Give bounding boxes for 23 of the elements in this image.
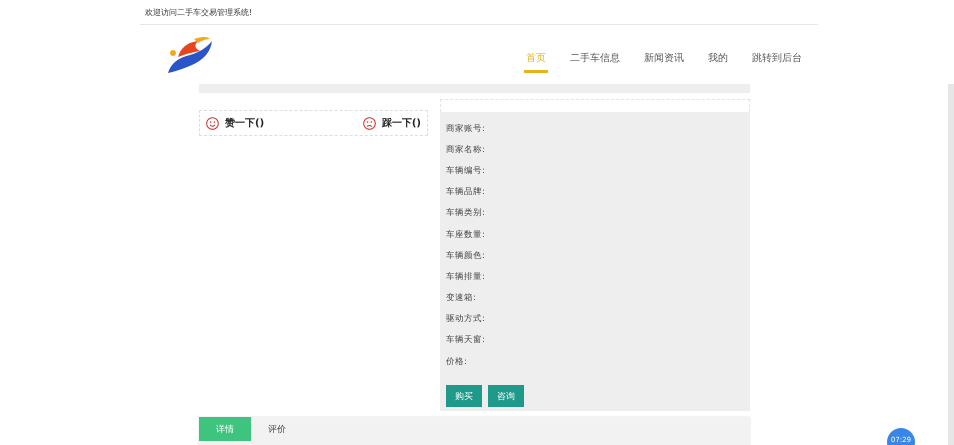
field-label: 价格: [446,356,468,369]
field-label: 车辆品牌: [446,186,486,200]
field-label: 车辆排量: [446,270,486,284]
field-label: 车辆类别: [446,207,486,220]
tab[interactable]: 评价 [251,417,303,441]
field-label: 车辆编号: [446,164,486,178]
dislike-link[interactable]: 踩一下() [382,116,421,130]
nav-link[interactable]: 我的 [706,48,730,72]
field-label: 车座数量: [446,228,486,242]
field-label: 商家账号: [446,122,486,136]
nav-link[interactable]: 跳转到后台 [750,48,804,72]
field-label: 车辆天窗: [446,334,486,348]
welcome-text: 欢迎访问二手车交易管理系统! [144,6,252,18]
nav-link[interactable]: 二手车信息 [568,48,622,72]
field-label: 商家名称: [446,144,486,157]
frown-icon [362,116,376,130]
nav-link[interactable]: 新闻资讯 [642,48,686,72]
field-label: 变速箱: [446,292,477,306]
field-label: 车辆颜色: [446,250,486,263]
smile-icon [206,116,219,130]
like-link[interactable]: 赞一下() [225,116,264,130]
field-label: 驱动方式: [446,313,486,326]
scrollbar[interactable] [948,84,954,445]
